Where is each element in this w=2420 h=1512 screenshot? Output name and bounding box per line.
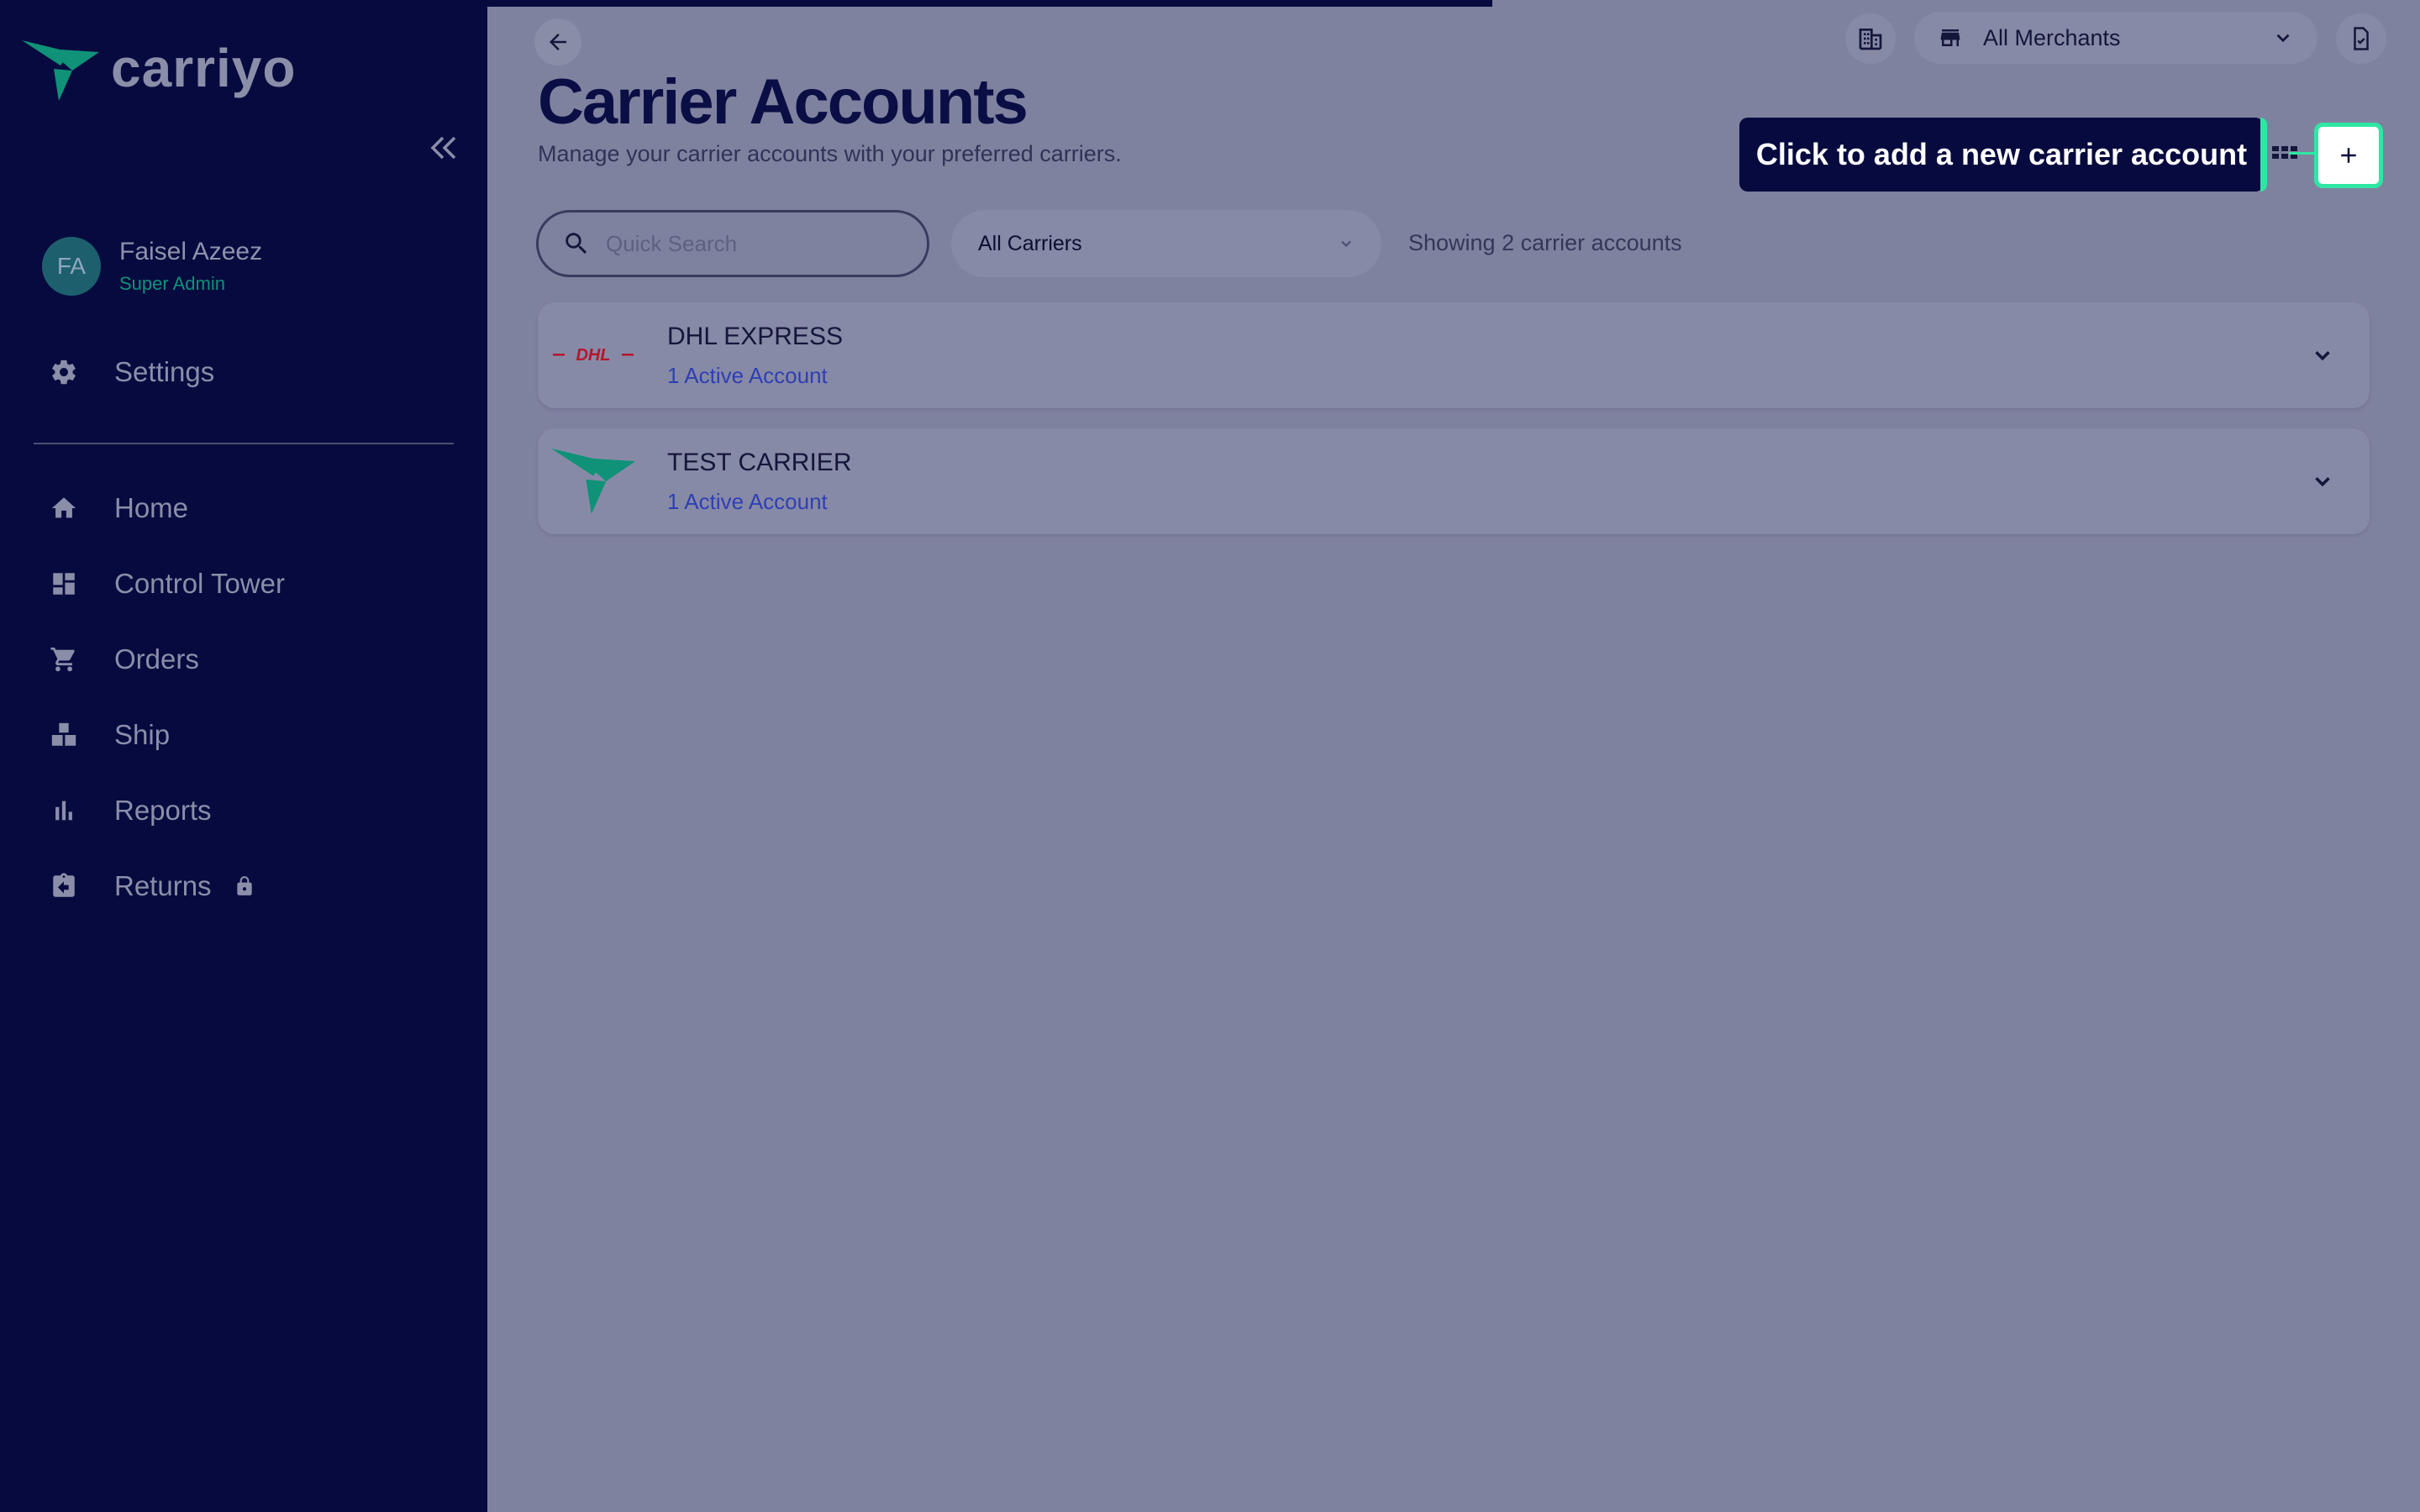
- chevron-down-icon: [1341, 240, 1351, 247]
- carrier-filter-select[interactable]: All Carriers: [951, 210, 1381, 277]
- double-chevron-left-icon: [430, 136, 456, 160]
- quick-search[interactable]: [536, 210, 929, 277]
- sidebar-item-control-tower[interactable]: Control Tower: [47, 559, 450, 609]
- plus-icon: [2341, 148, 2356, 163]
- merchant-select[interactable]: All Merchants: [1914, 12, 2317, 64]
- carriyo-logo: [551, 445, 635, 517]
- tooltip-highlight-edge: [2260, 118, 2267, 192]
- brand-logo[interactable]: carriyo: [22, 38, 297, 101]
- document-check-icon: [2354, 27, 2369, 50]
- chevron-down-icon: [2276, 34, 2290, 43]
- sidebar-item-label: Settings: [114, 356, 215, 387]
- arrow-left-icon: [550, 34, 566, 50]
- sidebar-item-settings[interactable]: Settings: [47, 347, 450, 397]
- carrier-name: TEST CARRIER: [667, 449, 852, 476]
- document-button[interactable]: [2336, 13, 2386, 64]
- building-icon: [1859, 29, 1882, 50]
- sidebar-item-label: Orders: [114, 643, 199, 675]
- cart-icon: [47, 643, 81, 676]
- sidebar-item-label: Control Tower: [114, 568, 285, 599]
- user-profile[interactable]: FA Faisel Azeez Super Admin: [42, 237, 262, 296]
- sidebar-item-orders[interactable]: Orders: [47, 634, 450, 685]
- user-name: Faisel Azeez: [119, 238, 263, 265]
- sidebar-divider: [34, 443, 454, 444]
- carriyo-bird-icon: [22, 40, 99, 101]
- back-button[interactable]: [534, 18, 581, 66]
- page-title: Carrier Accounts: [538, 66, 1028, 138]
- carrier-filter-value: All Carriers: [978, 231, 1082, 255]
- sidebar-item-label: Returns: [114, 870, 212, 901]
- home-icon: [47, 491, 81, 525]
- onboarding-tooltip: Click to add a new carrier account: [1739, 118, 2264, 192]
- user-role: Super Admin: [119, 273, 225, 294]
- lock-icon: [234, 874, 255, 898]
- dhl-logo: DHL: [551, 319, 635, 391]
- sidebar-item-home[interactable]: Home: [47, 483, 450, 533]
- collapse-sidebar-button[interactable]: [427, 131, 460, 165]
- brand-name: carriyo: [111, 38, 297, 98]
- avatar: FA: [42, 237, 101, 296]
- results-count: Showing 2 carrier accounts: [1408, 230, 1682, 255]
- organization-button[interactable]: [1845, 13, 1896, 64]
- dashboard-icon: [47, 567, 81, 601]
- boxes-icon: [47, 718, 81, 752]
- tooltip-text: Click to add a new carrier account: [1755, 137, 2248, 171]
- sidebar-item-label: Home: [114, 492, 189, 523]
- add-carrier-account-button[interactable]: [2314, 123, 2383, 188]
- sidebar-item-returns[interactable]: Returns: [47, 861, 450, 911]
- page-subtitle: Manage your carrier accounts with your p…: [538, 141, 1122, 166]
- svg-text:DHL: DHL: [576, 346, 610, 365]
- carrier-card[interactable]: DHL DHL EXPRESS 1 Active Account: [538, 302, 2370, 408]
- search-icon: [566, 233, 587, 255]
- sidebar-item-label: Reports: [114, 795, 212, 826]
- tooltip-connector: [2289, 152, 2314, 155]
- gear-icon: [47, 355, 81, 389]
- loading-progress-bar: [487, 0, 1492, 7]
- carrier-card[interactable]: TEST CARRIER 1 Active Account: [538, 428, 2370, 534]
- merchant-select-value: All Merchants: [1983, 24, 2121, 50]
- return-box-icon: [47, 869, 81, 903]
- search-input[interactable]: [606, 230, 908, 257]
- carrier-account-status[interactable]: 1 Active Account: [667, 489, 828, 515]
- expand-chevron-down-icon[interactable]: [2306, 465, 2339, 498]
- sidebar-item-label: Ship: [114, 719, 171, 750]
- sidebar-item-reports[interactable]: Reports: [47, 785, 450, 836]
- expand-chevron-down-icon[interactable]: [2306, 339, 2339, 372]
- sidebar: carriyo FA Faisel Azeez Super Admin Sett…: [0, 0, 487, 1512]
- store-icon: [1940, 29, 1960, 46]
- sidebar-item-ship[interactable]: Ship: [47, 710, 450, 760]
- carrier-account-status[interactable]: 1 Active Account: [667, 363, 828, 389]
- carrier-name: DHL EXPRESS: [667, 323, 843, 350]
- bar-chart-icon: [47, 794, 81, 827]
